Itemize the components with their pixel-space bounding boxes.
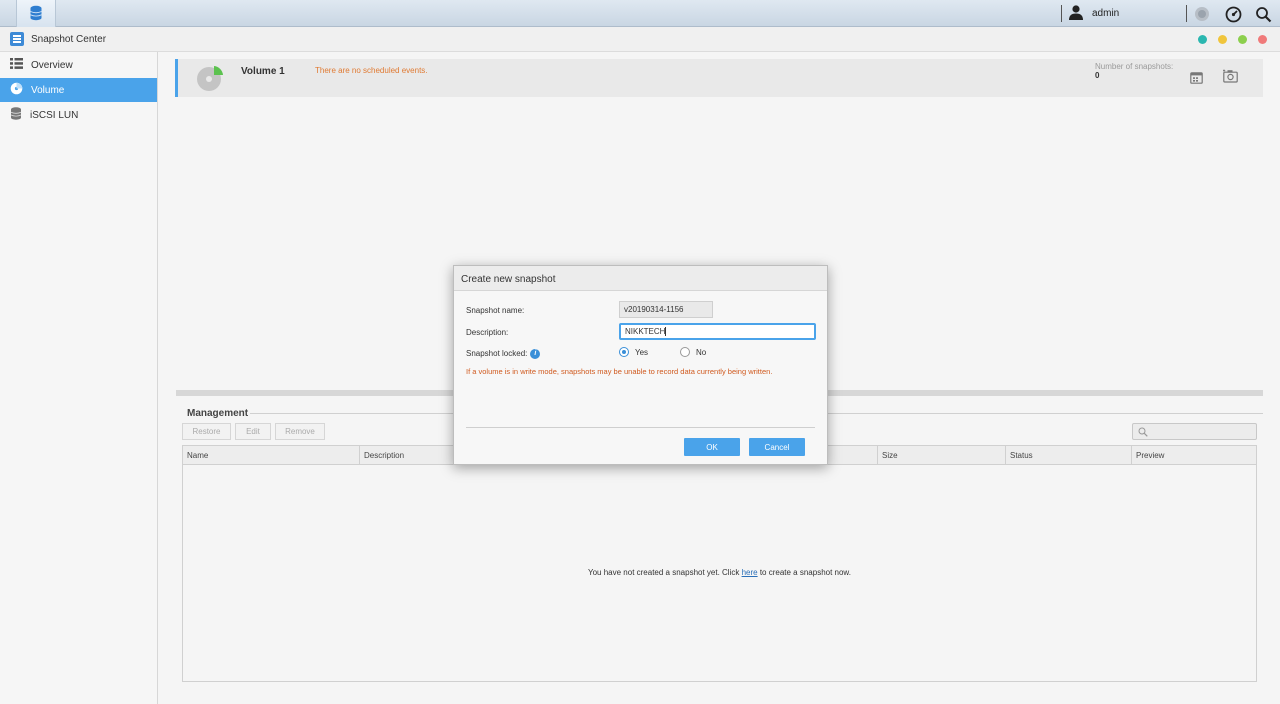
window-control-minimize[interactable] (1218, 35, 1227, 44)
create-snapshot-link[interactable]: here (742, 568, 758, 577)
sidebar: Overview Volume iSCSI LUN (0, 52, 158, 704)
database-stack-icon (29, 5, 43, 23)
sidebar-item-label: iSCSI LUN (30, 109, 79, 121)
column-name[interactable]: Name (183, 446, 359, 465)
write-mode-warning: If a volume is in write mode, snapshots … (466, 367, 773, 376)
info-icon[interactable]: i (530, 349, 541, 359)
radio-selected-icon (619, 347, 629, 357)
cancel-button[interactable]: Cancel (749, 438, 805, 456)
dialog-title: Create new snapshot (461, 274, 556, 285)
search-icon (1138, 427, 1148, 439)
volume-card[interactable]: Volume 1 There are no scheduled events. … (175, 59, 1263, 97)
ok-button[interactable]: OK (684, 438, 740, 456)
snapshot-count: 0 (1095, 71, 1100, 80)
radio-unselected-icon (680, 347, 690, 357)
sidebar-item-iscsi-lun[interactable]: iSCSI LUN (0, 103, 157, 127)
taskbar-app-button[interactable] (16, 0, 56, 27)
sidebar-item-volume[interactable]: Volume (0, 78, 157, 102)
radio-label-yes: Yes (635, 347, 649, 357)
snapshot-locked-text: Snapshot locked: (466, 349, 528, 359)
user-silhouette-icon (1068, 4, 1084, 23)
window-control-close[interactable] (1258, 35, 1267, 44)
taskbar: admin (0, 0, 1280, 27)
dialog-divider (466, 427, 815, 428)
snapshot-table: Name Description Size Status Preview You… (182, 445, 1257, 682)
sidebar-item-overview[interactable]: Overview (0, 53, 157, 77)
empty-message-prefix: You have not created a snapshot yet. Cli… (588, 568, 742, 577)
locked-no-radio[interactable]: No (680, 347, 706, 357)
locked-yes-radio[interactable]: Yes (619, 347, 648, 357)
snapshot-locked-label: Snapshot locked: i (466, 349, 541, 359)
user-menu[interactable]: admin (1068, 4, 1119, 23)
volume-disk-icon (10, 82, 23, 98)
volume-name: Volume 1 (241, 66, 285, 77)
dialog-header: Create new snapshot (454, 266, 827, 291)
snapshot-count-label: Number of snapshots: (1095, 62, 1174, 71)
window-control-maximize[interactable] (1238, 35, 1247, 44)
search-icon[interactable] (1254, 5, 1272, 23)
sidebar-item-label: Overview (31, 59, 73, 71)
column-status[interactable]: Status (1005, 446, 1131, 465)
snapshot-name-label: Snapshot name: (466, 306, 525, 315)
column-preview[interactable]: Preview (1131, 446, 1256, 465)
column-size[interactable]: Size (877, 446, 1005, 465)
dashboard-gauge-icon[interactable] (1224, 5, 1242, 23)
volume-disk-icon (196, 64, 224, 94)
radio-label-no: No (696, 347, 707, 357)
window-titlebar: Snapshot Center (0, 27, 1280, 52)
taskbar-separator (1186, 5, 1187, 22)
snapshot-center-icon (10, 32, 24, 46)
calendar-schedule-icon[interactable] (1190, 71, 1203, 86)
taskbar-separator (1061, 5, 1062, 22)
edit-button[interactable]: Edit (235, 423, 271, 440)
username: admin (1092, 8, 1120, 19)
camera-snapshot-icon[interactable] (1223, 69, 1238, 85)
management-title: Management (187, 408, 249, 419)
list-overview-icon (10, 58, 23, 72)
text-cursor (665, 327, 667, 337)
description-field[interactable]: NIKKTECH (619, 323, 816, 340)
notification-circle-icon[interactable] (1193, 5, 1211, 23)
empty-table-message: You have not created a snapshot yet. Cli… (183, 568, 1256, 577)
description-value: NIKKTECH (625, 327, 666, 336)
search-input[interactable] (1132, 423, 1257, 440)
window-title: Snapshot Center (31, 34, 107, 45)
restore-button[interactable]: Restore (182, 423, 231, 440)
database-icon (10, 107, 22, 123)
create-snapshot-dialog: Create new snapshot Snapshot name: v2019… (453, 265, 828, 465)
volume-events: There are no scheduled events. (315, 66, 428, 75)
snapshot-name-field[interactable]: v20190314-1156 (619, 301, 713, 318)
window-control-help[interactable] (1198, 35, 1207, 44)
remove-button[interactable]: Remove (275, 423, 325, 440)
sidebar-item-label: Volume (31, 84, 65, 96)
empty-message-suffix: to create a snapshot now. (757, 568, 851, 577)
description-label: Description: (466, 328, 509, 337)
